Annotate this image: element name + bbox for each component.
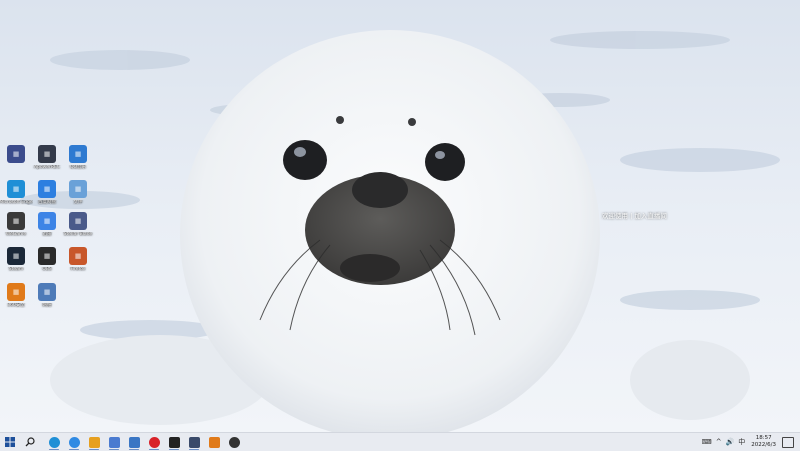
thunder-icon: ■ <box>38 212 56 230</box>
cat-icon <box>88 436 100 448</box>
cloud-icon: ■ <box>38 180 56 198</box>
clock-date: 2022/6/3 <box>751 442 776 448</box>
app-icon: ■ <box>7 283 25 301</box>
show-hidden-icons-chevron[interactable]: ^ <box>716 438 722 446</box>
fox-icon: ■ <box>69 247 87 265</box>
desktop-icon-label: Firefox <box>70 267 86 272</box>
desktop-icon-label: 网络 <box>42 303 52 308</box>
taskbar-app-button[interactable] <box>225 434 243 450</box>
desktop-icon[interactable]: ■ <box>0 145 33 165</box>
desktop-icon-label: QQ音乐 <box>69 165 87 170</box>
desktop-overlay-text: 欢迎使用 | 加入直播间 <box>602 212 667 220</box>
desktop-icon[interactable]: ■ QQ音乐 <box>61 145 95 170</box>
sword-icon: ■ <box>69 212 87 230</box>
desktop-icon[interactable]: ■ OBS <box>30 247 64 272</box>
desktop-icon-label: 迅雷 <box>42 232 52 237</box>
ime-indicator[interactable]: 中 <box>738 437 745 447</box>
keyboard-icon[interactable]: ⌨ <box>702 438 712 446</box>
start-button[interactable] <box>1 434 19 450</box>
windows-logo-icon <box>5 437 15 447</box>
network-icon: ■ <box>38 283 56 301</box>
desktop-icon-label: Microsoft Edge <box>0 200 33 205</box>
taskbar-app-button[interactable] <box>165 434 183 450</box>
file-icon: ■ <box>69 180 87 198</box>
desktop-icon-label: Stellar Blade <box>63 232 93 237</box>
desktop-icon[interactable]: ■ Steam <box>0 247 33 272</box>
desktop-icon-label: WeGame <box>5 232 27 237</box>
system-tray: ⌨ ^ 🔊 中 18:57 2022/6/3 <box>700 433 800 451</box>
taskbar-app-button[interactable] <box>65 434 83 450</box>
game-icon: ■ <box>7 212 25 230</box>
desktop-icon[interactable]: ■ 360安全 <box>0 283 33 308</box>
settings-icon <box>108 436 120 448</box>
browser-icon <box>68 436 80 448</box>
volume-icon[interactable]: 🔊 <box>726 438 735 446</box>
taskbar: ⌨ ^ 🔊 中 18:57 2022/6/3 <box>0 432 800 451</box>
desktop-icon[interactable]: ■ 百度网盘 <box>30 180 64 205</box>
desktop-icon[interactable]: ■ 迅雷 <box>30 212 64 237</box>
desktop-wallpaper <box>0 0 800 432</box>
desktop-icon[interactable]: ■ ApowerREC <box>30 145 64 170</box>
taskbar-app-button[interactable] <box>145 434 163 450</box>
record-icon <box>168 436 180 448</box>
mail-icon: ■ <box>7 145 25 163</box>
desktop-icon[interactable]: ■ 文件 <box>61 180 95 205</box>
taskbar-pinned-apps <box>44 434 244 450</box>
desktop-icon-label: OBS <box>42 267 52 272</box>
desktop-icon-label: 百度网盘 <box>38 200 56 205</box>
notification-center-icon[interactable] <box>782 436 794 448</box>
seal-wallpaper-image <box>0 0 800 432</box>
netease-icon <box>148 436 160 448</box>
recorder-icon: ■ <box>38 145 56 163</box>
tool-icon <box>188 436 200 448</box>
taskbar-app-button[interactable] <box>125 434 143 450</box>
taskbar-app-button[interactable] <box>85 434 103 450</box>
taskbar-clock[interactable]: 18:57 2022/6/3 <box>751 435 776 449</box>
search-button[interactable] <box>21 434 39 450</box>
desktop-icon[interactable]: ■ Firefox <box>61 247 95 272</box>
taskbar-app-button[interactable] <box>45 434 63 450</box>
desktop-icon[interactable]: ■ WeGame <box>0 212 33 237</box>
search-icon <box>25 437 35 447</box>
edge-icon <box>48 436 60 448</box>
circle-app-icon <box>228 436 240 448</box>
desktop-icon-label: 360安全 <box>7 303 25 308</box>
desktop-icon-label: ApowerREC <box>33 165 61 170</box>
obs-icon: ■ <box>38 247 56 265</box>
taskbar-app-button[interactable] <box>105 434 123 450</box>
store-icon <box>128 436 140 448</box>
edge-icon: ■ <box>7 180 25 198</box>
bird-icon: ■ <box>69 145 87 163</box>
desktop-icon-label: 文件 <box>73 200 83 205</box>
taskbar-app-button[interactable] <box>205 434 223 450</box>
desktop-icon[interactable]: ■ Stellar Blade <box>61 212 95 237</box>
image-icon <box>208 436 220 448</box>
desktop-icon[interactable]: ■ 网络 <box>30 283 64 308</box>
desktop-icon-label: Steam <box>8 267 24 272</box>
clock-time: 18:57 <box>755 435 772 441</box>
steam-icon: ■ <box>7 247 25 265</box>
taskbar-app-button[interactable] <box>185 434 203 450</box>
desktop-icon[interactable]: ■ Microsoft Edge <box>0 180 33 205</box>
